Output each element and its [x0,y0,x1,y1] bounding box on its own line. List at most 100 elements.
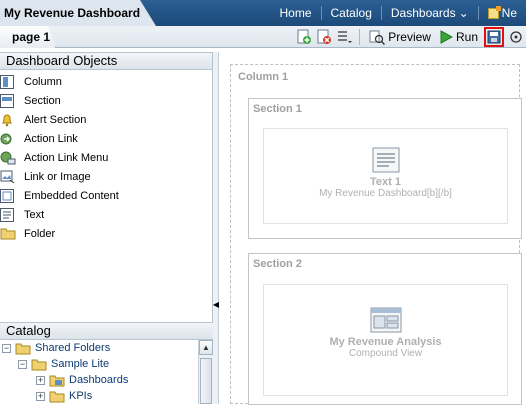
section-2[interactable]: Section 2 My Revenue Analysis Compound V… [248,253,522,405]
chevron-down-icon: ⌄ [458,6,469,20]
properties-icon[interactable] [508,29,524,45]
folder-open-icon [31,359,47,370]
dashboard-folder-icon [49,375,65,386]
object-name: Text 1 [370,176,401,188]
dashboard-title: My Revenue Dashboard [4,6,141,20]
save-disk-icon [487,30,501,44]
expand-icon[interactable]: + [36,391,45,401]
embedded-content-icon [0,188,18,204]
object-item-folder[interactable]: Folder [0,224,212,243]
text-object-icon [372,147,399,173]
compound-view-icon [370,307,401,333]
collapse-icon[interactable]: − [2,343,11,353]
section-title: Section 1 [253,103,302,115]
object-subtitle: My Revenue Dashboard[b][/b] [319,188,452,199]
object-item-column[interactable]: Column [0,72,212,91]
tree-item-label: Dashboards [69,374,129,386]
scroll-up-arrow-icon[interactable]: ▲ [199,340,213,355]
section-1[interactable]: Section 1 Text 1 My Revenue Dashboard[b]… [248,98,522,239]
dashboard-title-tab: My Revenue Dashboard [0,0,156,26]
action-link-menu-icon [0,150,18,166]
object-subtitle: Compound View [348,348,423,359]
object-label: Alert Section [24,113,87,126]
catalog-tree: − Shared Folders − Sample Lite + Dashboa… [0,340,213,404]
object-name: My Revenue Analysis [329,336,442,348]
tree-item-label: Shared Folders [35,342,111,354]
catalog-scrollbar[interactable]: ▲ [198,340,213,404]
folder-icon [0,226,18,242]
nav-dashboards-menu[interactable]: Dashboards ⌄ [380,6,478,20]
nav-dashboards-label: Dashboards [390,6,456,20]
nav-new-menu[interactable]: Ne [477,5,526,20]
link-image-icon [0,169,18,185]
object-label: Section [24,94,61,107]
object-item-section[interactable]: Section [0,91,212,110]
analysis-object[interactable]: My Revenue Analysis Compound View [263,284,508,396]
top-header-bar: My Revenue Dashboard Home Catalog Dashbo… [0,0,526,26]
collapse-icon[interactable]: − [18,359,27,369]
page-tab-bar: page 1 Preview Run [0,26,526,48]
object-label: Folder [24,227,56,240]
nav-catalog-link[interactable]: Catalog [320,6,381,20]
preview-icon [369,30,386,45]
delete-page-icon[interactable] [316,29,332,45]
nav-home-link[interactable]: Home [270,6,320,20]
tree-item-kpis[interactable]: + KPIs [0,388,213,404]
preview-button[interactable]: Preview [367,29,433,45]
column-icon [0,74,18,90]
bell-icon [0,112,18,128]
column-title: Column 1 [238,71,289,83]
catalog-header: Catalog [0,322,213,340]
global-nav: Home Catalog Dashboards ⌄ Ne [270,0,526,26]
action-link-icon [0,131,18,147]
nav-new-label: Ne [501,6,517,20]
new-document-icon [487,5,501,19]
tree-item-dashboards[interactable]: + Dashboards [0,372,213,388]
folder-icon [49,391,65,402]
toolbar-separator [359,29,361,45]
editor-toolbar: Preview Run [296,27,526,47]
text-icon [0,207,18,223]
column-1[interactable]: Column 1 Section 1 Text 1 My Revenue Das… [230,64,522,405]
object-label: Action Link Menu [24,151,109,164]
section-title: Section 2 [253,258,302,270]
object-label: Link or Image [24,170,91,183]
run-label: Run [455,30,478,44]
collapse-left-arrow-icon[interactable]: ◀ [213,297,219,311]
nav-catalog-label: Catalog [330,6,372,20]
object-label: Embedded Content [24,189,119,202]
object-label: Text [24,208,45,221]
save-button[interactable] [484,27,504,47]
expand-icon[interactable]: + [36,375,45,385]
panel-splitter[interactable]: ◀ [213,52,219,404]
page-options-icon[interactable] [336,29,353,45]
object-item-action-link-menu[interactable]: Action Link Menu [0,148,212,167]
text-object[interactable]: Text 1 My Revenue Dashboard[b][/b] [263,128,508,224]
dashboard-objects-header: Dashboard Objects [0,52,212,70]
object-label: Action Link [24,132,78,145]
tree-item-shared-folders[interactable]: − Shared Folders [0,340,213,356]
object-item-action-link[interactable]: Action Link [0,129,212,148]
tree-item-label: KPIs [69,390,93,402]
tree-item-sample-lite[interactable]: − Sample Lite [0,356,213,372]
page-tab-label: page 1 [12,30,51,44]
object-label: Column [24,75,62,88]
preview-label: Preview [388,30,431,44]
object-item-text[interactable]: Text [0,205,212,224]
section-icon [0,93,18,109]
left-panel: Dashboard Objects Column Section Alert S… [0,52,213,404]
layout-canvas: Column 1 Section 1 Text 1 My Revenue Das… [220,52,526,405]
add-page-icon[interactable] [296,29,312,45]
dashboard-objects-list: Column Section Alert Section Action Link… [0,70,212,243]
object-item-alert-section[interactable]: Alert Section [0,110,212,129]
object-item-embedded-content[interactable]: Embedded Content [0,186,212,205]
object-item-link-or-image[interactable]: Link or Image [0,167,212,186]
tab-page-1[interactable]: page 1 [0,26,56,48]
nav-home-label: Home [279,6,312,20]
folder-open-icon [15,343,31,354]
play-icon [440,30,453,44]
run-button[interactable]: Run [437,30,480,44]
catalog-panel: Catalog − Shared Folders − Sample Lite +… [0,322,213,404]
scroll-thumb[interactable] [200,358,212,404]
tree-item-label: Sample Lite [51,358,110,370]
